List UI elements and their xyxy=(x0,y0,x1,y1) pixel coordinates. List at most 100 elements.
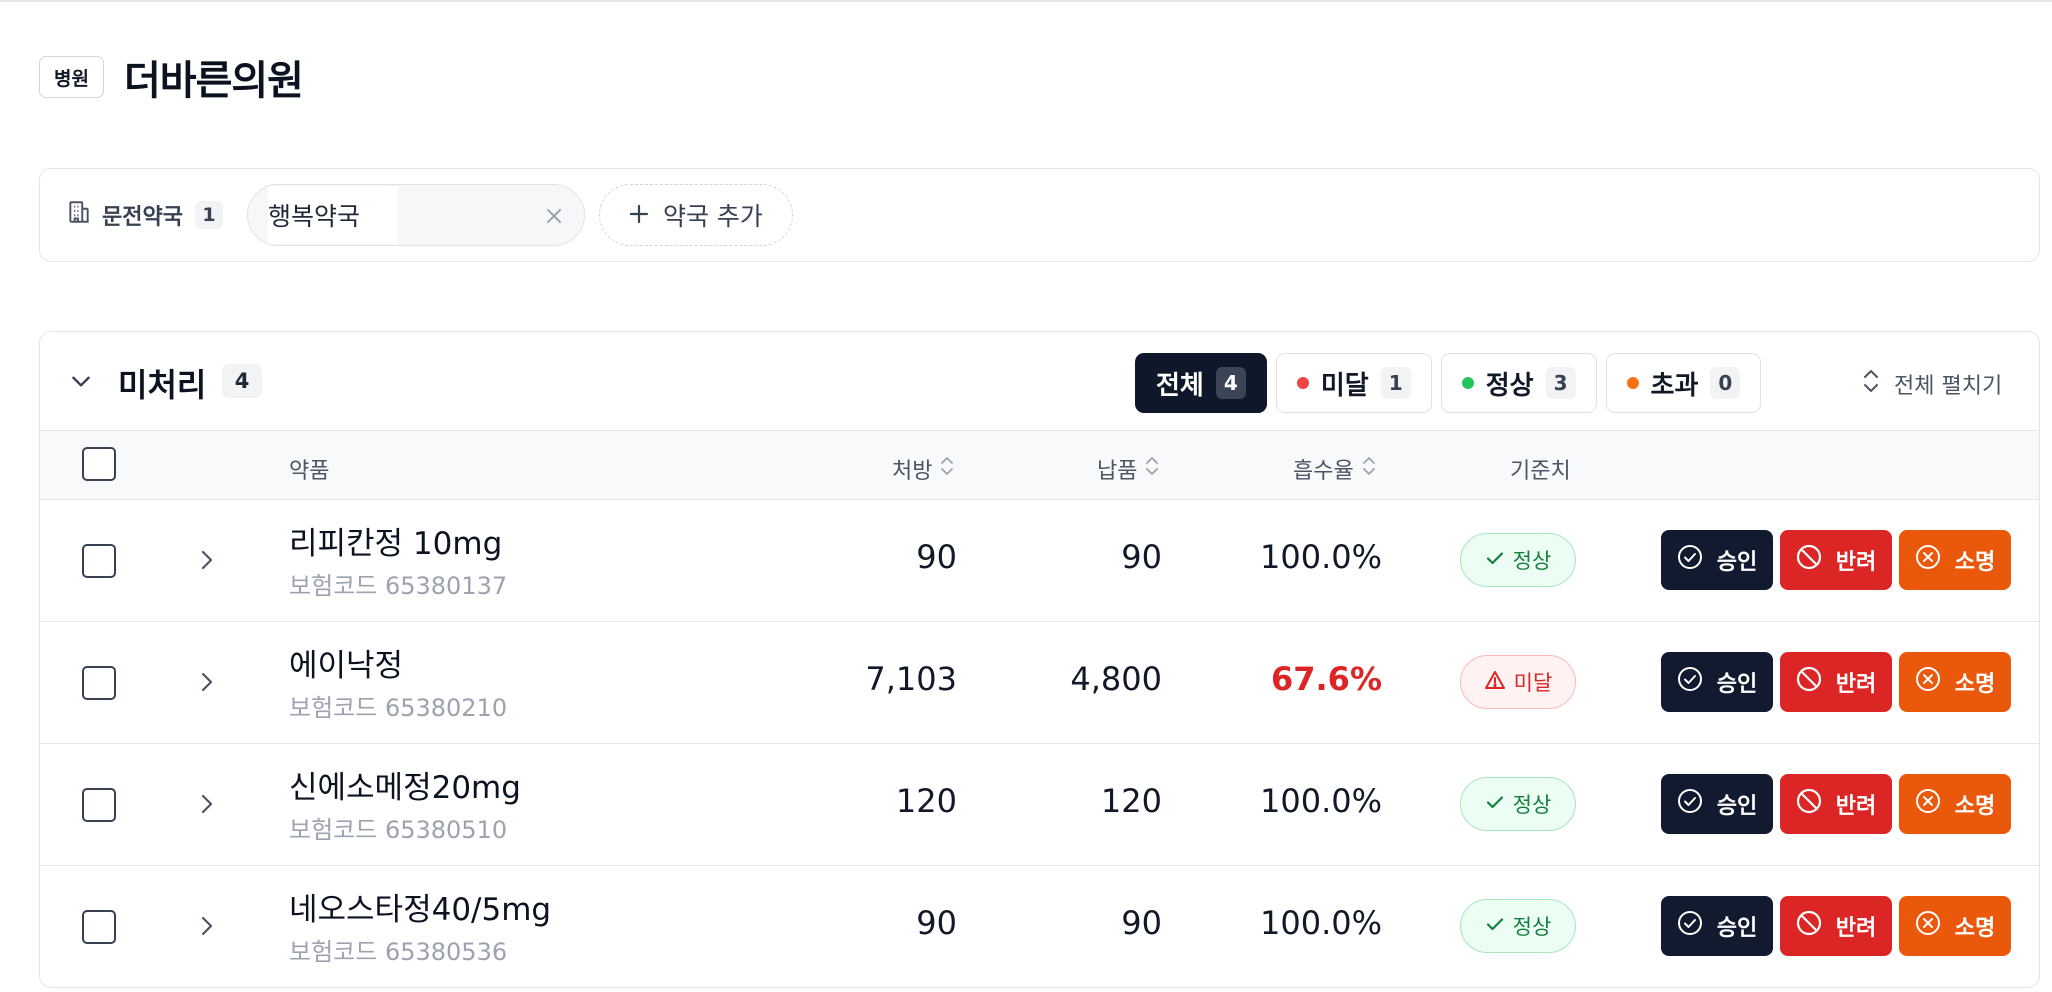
check-circle-icon xyxy=(1677,544,1717,576)
prescribed-value: 120 xyxy=(895,782,957,820)
expand-all-button[interactable]: 전체 펼치기 xyxy=(1862,368,2002,400)
col-prescribed[interactable]: 처방 xyxy=(892,453,954,485)
row-actions: 승인 반려 소명 xyxy=(1661,774,2018,834)
status-filters: 전체 4 미달 1 정상 3 초과 0 xyxy=(1135,353,1770,413)
pharmacy-tag-label[interactable]: 행복약국 xyxy=(267,186,398,244)
filter-below-count: 1 xyxy=(1380,367,1411,399)
delivered-value: 120 xyxy=(1100,782,1162,820)
reject-label: 반려 xyxy=(1835,550,1877,575)
close-icon[interactable] xyxy=(538,200,570,232)
chevron-right-icon[interactable] xyxy=(200,670,214,698)
delivered-value: 4,800 xyxy=(1070,660,1162,698)
approve-label: 승인 xyxy=(1716,550,1758,575)
row-actions: 승인 반려 소명 xyxy=(1661,652,2018,712)
explain-button[interactable]: 소명 xyxy=(1899,774,2011,834)
drug-name: 네오스타정40/5mg xyxy=(289,892,552,928)
chevron-up-down-icon xyxy=(1862,368,1894,400)
col-rate-label: 흡수율 xyxy=(1293,459,1354,484)
ban-icon xyxy=(1796,666,1836,698)
status-badge: 미달 xyxy=(1460,655,1576,709)
status-label: 미달 xyxy=(1513,671,1553,695)
table-row: 에이낙정 보험코드 65380210 7,103 4,800 67.6% 미달 … xyxy=(40,622,2039,744)
insurance-code: 보험코드 65380210 xyxy=(289,694,508,722)
col-threshold: 기준치 xyxy=(1510,459,1571,484)
table-header: 약품 처방 납품 흡수율 기준치 xyxy=(40,430,2039,500)
col-delivered-label: 납품 xyxy=(1097,459,1138,484)
row-checkbox[interactable] xyxy=(82,788,116,822)
prescribed-value: 90 xyxy=(916,538,957,576)
check-icon xyxy=(1485,914,1513,939)
explain-button[interactable]: 소명 xyxy=(1899,896,2011,956)
table-row: 네오스타정40/5mg 보험코드 65380536 90 90 100.0% 정… xyxy=(40,866,2039,987)
table-row: 리피칸정 10mg 보험코드 65380137 90 90 100.0% 정상 … xyxy=(40,500,2039,622)
chevron-right-icon[interactable] xyxy=(200,914,214,942)
filter-below[interactable]: 미달 1 xyxy=(1275,353,1432,413)
pharmacy-label-text: 문전약국 xyxy=(102,205,183,230)
sort-icon xyxy=(932,455,954,483)
chevron-right-icon[interactable] xyxy=(200,548,214,576)
filter-normal[interactable]: 정상 3 xyxy=(1440,353,1597,413)
x-circle-icon xyxy=(1915,544,1955,576)
pharmacy-count: 1 xyxy=(194,201,223,229)
pharmacy-label: 문전약국 1 xyxy=(66,199,223,231)
reject-button[interactable]: 반려 xyxy=(1780,530,1892,590)
insurance-code: 보험코드 65380536 xyxy=(289,938,508,966)
row-checkbox[interactable] xyxy=(82,666,116,700)
reject-button[interactable]: 반려 xyxy=(1780,774,1892,834)
reject-button[interactable]: 반려 xyxy=(1780,896,1892,956)
reject-button[interactable]: 반려 xyxy=(1780,652,1892,712)
page-header: 병원 더바른의원 xyxy=(39,48,304,106)
select-all-checkbox[interactable] xyxy=(82,447,116,481)
ban-icon xyxy=(1796,910,1836,942)
ban-icon xyxy=(1796,544,1836,576)
add-pharmacy-label: 약국 추가 xyxy=(662,202,763,231)
delivered-value: 90 xyxy=(1121,538,1162,576)
explain-label: 소명 xyxy=(1954,672,1996,697)
orange-dot-icon xyxy=(1626,377,1639,389)
approve-button[interactable]: 승인 xyxy=(1661,896,1773,956)
check-icon xyxy=(1485,548,1513,573)
col-rate[interactable]: 흡수율 xyxy=(1293,453,1376,485)
green-dot-icon xyxy=(1461,377,1474,389)
status-label: 정상 xyxy=(1512,549,1552,573)
top-divider xyxy=(0,0,2052,2)
row-checkbox[interactable] xyxy=(82,910,116,944)
explain-label: 소명 xyxy=(1954,550,1996,575)
filter-all[interactable]: 전체 4 xyxy=(1135,353,1267,413)
x-circle-icon xyxy=(1915,788,1955,820)
approve-label: 승인 xyxy=(1716,794,1758,819)
absorption-rate: 100.0% xyxy=(1259,782,1382,820)
explain-button[interactable]: 소명 xyxy=(1899,652,2011,712)
chevron-right-icon[interactable] xyxy=(200,792,214,820)
filter-normal-count: 3 xyxy=(1545,367,1576,399)
pharmacy-tag: 행복약국 xyxy=(246,184,585,246)
explain-label: 소명 xyxy=(1954,916,1996,941)
reject-label: 반려 xyxy=(1835,916,1877,941)
prescribed-value: 90 xyxy=(916,904,957,942)
check-icon xyxy=(1485,792,1513,817)
approve-button[interactable]: 승인 xyxy=(1661,530,1773,590)
pending-section: 미처리 4 전체 4 미달 1 정상 3 초과 0 전체 펼치기 약품 처방 납… xyxy=(39,331,2040,988)
filter-all-count: 4 xyxy=(1215,367,1246,399)
reject-label: 반려 xyxy=(1835,794,1877,819)
col-delivered[interactable]: 납품 xyxy=(1097,453,1159,485)
ban-icon xyxy=(1796,788,1836,820)
section-count: 4 xyxy=(222,364,262,398)
prescribed-value: 7,103 xyxy=(865,660,957,698)
building-icon xyxy=(66,199,102,231)
chevron-down-icon[interactable] xyxy=(68,368,94,398)
filter-over[interactable]: 초과 0 xyxy=(1605,353,1762,413)
status-badge: 정상 xyxy=(1460,533,1576,587)
approve-button[interactable]: 승인 xyxy=(1661,774,1773,834)
drug-name: 에이낙정 xyxy=(289,648,404,684)
row-checkbox[interactable] xyxy=(82,544,116,578)
x-circle-icon xyxy=(1915,666,1955,698)
insurance-code: 보험코드 65380510 xyxy=(289,816,508,844)
row-actions: 승인 반려 소명 xyxy=(1661,896,2018,956)
plus-icon xyxy=(629,201,663,230)
status-badge: 정상 xyxy=(1460,777,1576,831)
approve-button[interactable]: 승인 xyxy=(1661,652,1773,712)
explain-button[interactable]: 소명 xyxy=(1899,530,2011,590)
add-pharmacy-button[interactable]: 약국 추가 xyxy=(598,184,793,246)
section-title: 미처리 xyxy=(118,366,207,404)
